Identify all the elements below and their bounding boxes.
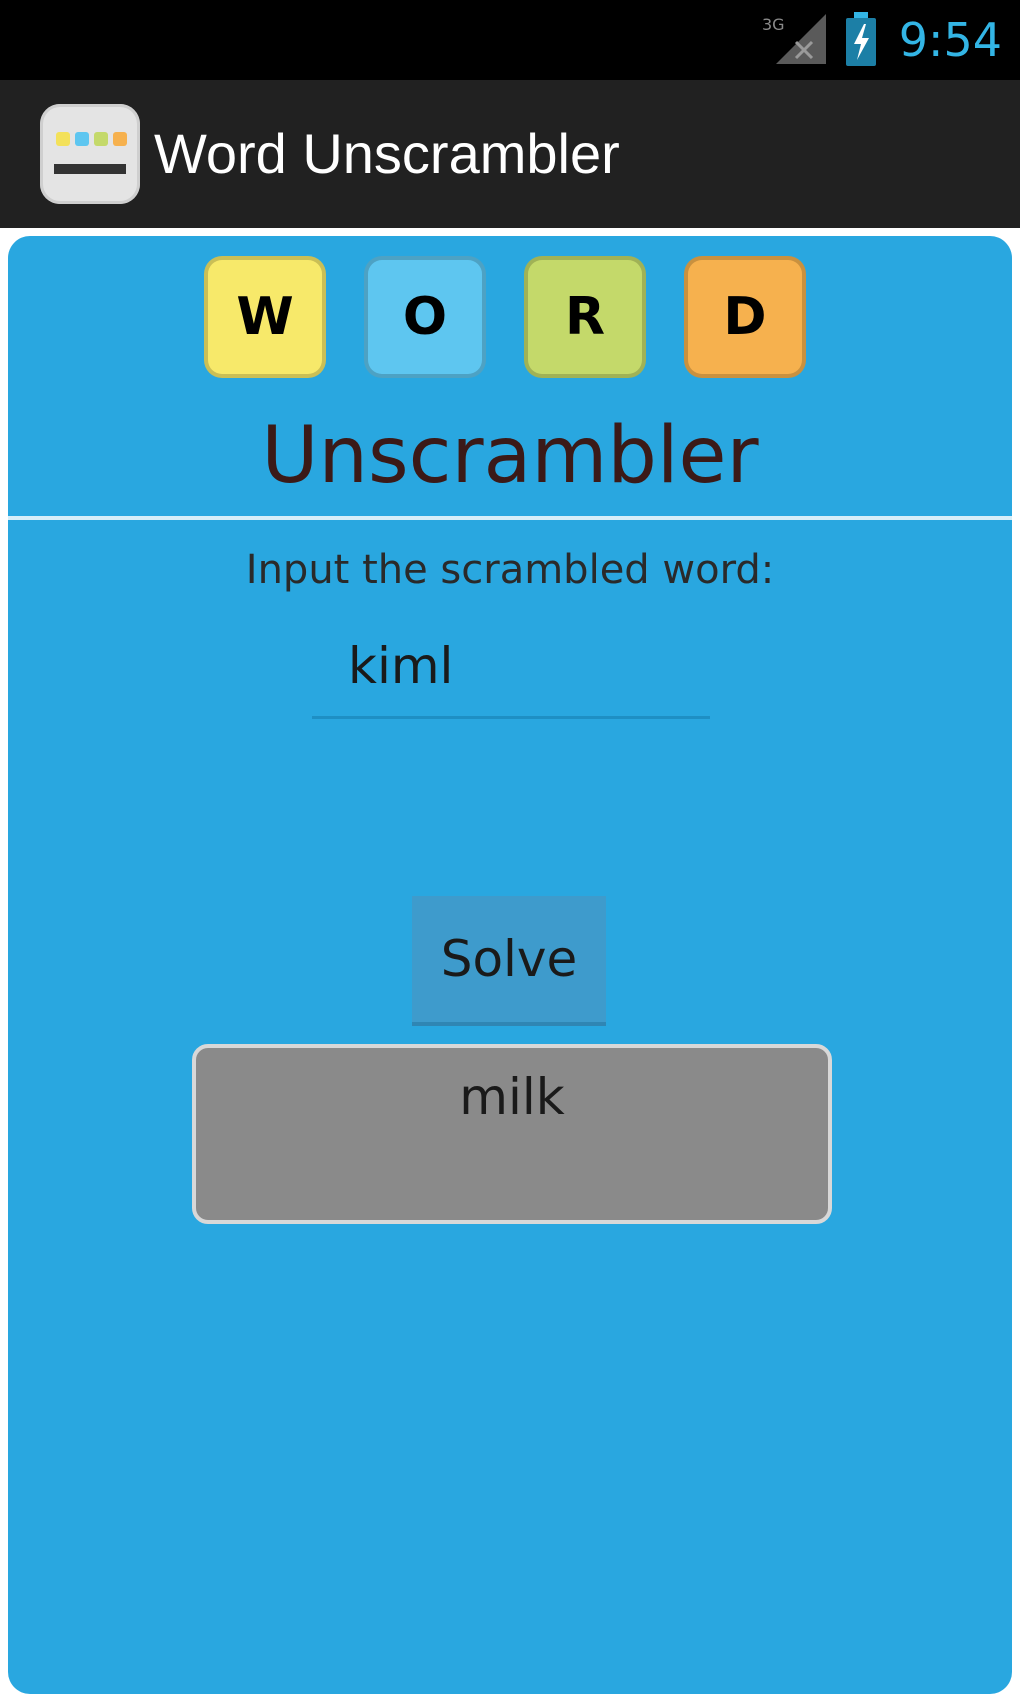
scrambled-word-input[interactable] [312, 616, 710, 716]
word-logo-tiles: W O R D [204, 256, 844, 386]
app-icon-dots [56, 132, 127, 146]
headline: Unscrambler [261, 411, 759, 501]
app-icon-bar [54, 164, 126, 174]
tile-w: W [204, 256, 326, 378]
tile-o: O [364, 256, 486, 378]
battery-charging-icon [846, 12, 876, 66]
tile-d: D [684, 256, 806, 378]
divider [8, 516, 1012, 520]
tile-letter: D [723, 287, 767, 347]
network-type-label: 3G [762, 15, 785, 34]
result-box: milk [192, 1044, 832, 1224]
tile-r: R [524, 256, 646, 378]
tile-letter: W [236, 287, 294, 347]
input-prompt: Input the scrambled word: [245, 547, 775, 593]
main-panel: W O R D Unscrambler Input the scrambled … [8, 236, 1012, 1694]
status-time: 9:54 [898, 13, 1002, 67]
solve-button[interactable]: Solve [412, 896, 606, 1026]
result-text: milk [459, 1068, 565, 1126]
app-icon[interactable] [40, 104, 140, 204]
scrambled-word-field [312, 616, 710, 719]
tile-letter: O [402, 287, 448, 347]
signal-icon: 3G [762, 14, 826, 64]
status-bar: 3G 9:54 [0, 0, 1020, 80]
app-title: Word Unscrambler [154, 122, 620, 185]
tile-letter: R [564, 287, 606, 347]
action-bar: Word Unscrambler [0, 80, 1020, 228]
